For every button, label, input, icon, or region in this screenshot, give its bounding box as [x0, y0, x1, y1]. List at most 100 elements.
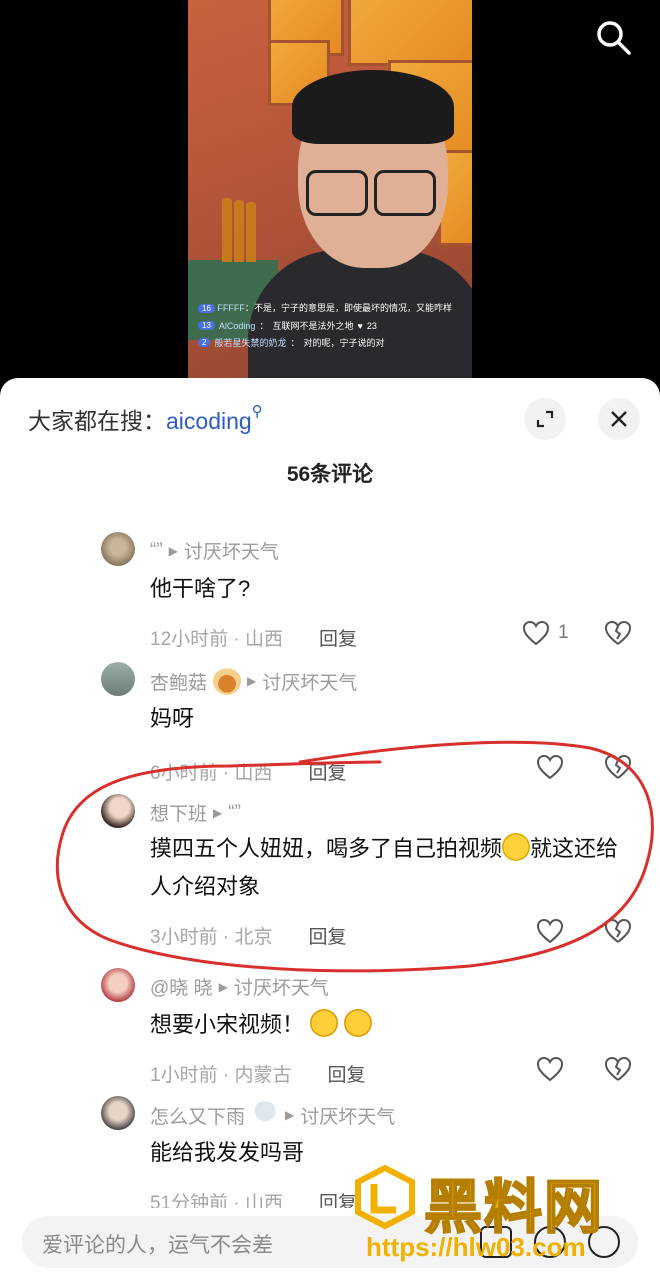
- comment-meta: 怎么又下雨 ▶ 讨厌坏天气: [150, 1101, 395, 1129]
- wall-panel: [348, 0, 472, 66]
- broken-heart-icon: [604, 754, 632, 779]
- search-suggestion[interactable]: 大家都在搜：aicoding⚲: [28, 402, 263, 436]
- dislike-button[interactable]: [604, 620, 632, 651]
- reply-to-user[interactable]: 讨厌坏天气: [184, 537, 279, 564]
- live-comment-feed: 16 FFFFF：不是，宁子的意思是，即使最坏的情况，又能咋样 13 AlCod…: [198, 302, 468, 353]
- dislike-button[interactable]: [604, 918, 632, 949]
- comment-time-location: 6小时前 · 山西: [150, 763, 273, 784]
- live-video-preview[interactable]: 16 FFFFF：不是，宁子的意思是，即使最坏的情况，又能咋样 13 AlCod…: [188, 0, 472, 380]
- crying-face-emoji-icon: [502, 833, 531, 861]
- like-button[interactable]: [536, 1056, 564, 1082]
- glasses: [374, 170, 436, 216]
- dislike-button[interactable]: [604, 754, 632, 785]
- comment-sheet: 大家都在搜：aicoding⚲ 56条评论 “” ▶ 讨厌坏天气 他干啥了? 1…: [0, 378, 660, 1280]
- search-suggestion-prefix: 大家都在搜：: [28, 408, 166, 434]
- watermark: 黑料网 https://hlw03.com: [352, 1160, 652, 1270]
- comment-meta: 杏鲍菇 ▶ 讨厌坏天气: [150, 667, 357, 695]
- comment-footer: 1小时前 · 内蒙古 回复: [150, 1060, 365, 1087]
- like-button[interactable]: 1: [522, 620, 569, 646]
- comment-text: 妈呀: [150, 706, 195, 731]
- sheet-header: 大家都在搜：aicoding⚲ 56条评论: [0, 378, 660, 496]
- comment-meta: @晓 晓 ▶ 讨厌坏天气: [150, 973, 329, 1000]
- bottle: [246, 202, 256, 262]
- comment-meta: “” ▶ 讨厌坏天气: [150, 537, 279, 564]
- reply-to-user[interactable]: 讨厌坏天气: [262, 668, 357, 695]
- heart-icon: [536, 754, 564, 780]
- comment-text-part: 摸四五个人妞妞，喝多了自己拍视频: [150, 836, 503, 861]
- heart-icon: ♥: [357, 320, 363, 331]
- heart-icon: [536, 1056, 564, 1082]
- person-hair: [292, 70, 454, 144]
- fan-badge: 16: [198, 304, 215, 313]
- reply-button[interactable]: 回复: [327, 1060, 365, 1087]
- search-suggestion-keyword[interactable]: aicoding: [166, 408, 252, 434]
- comment-footer: 51分钟前 · 山西 回复: [150, 1188, 357, 1208]
- reply-arrow-icon: ▶: [168, 543, 178, 558]
- bottle: [234, 200, 244, 262]
- like-count: 1: [558, 622, 569, 643]
- list-item: @晓 晓 ▶ 讨厌坏天气 想要小宋视频！ 1小时前 · 内蒙古 回复: [0, 968, 660, 1088]
- faded-previous-comment: [150, 496, 630, 510]
- close-button[interactable]: [598, 398, 640, 440]
- broken-heart-icon: [604, 918, 632, 943]
- comment-user[interactable]: 怎么又下雨: [150, 1102, 245, 1129]
- reply-arrow-icon: ▶: [218, 979, 228, 994]
- bottle: [222, 198, 232, 262]
- like-button[interactable]: [536, 754, 564, 780]
- broken-heart-icon: [604, 620, 632, 645]
- reply-arrow-icon: ▶: [247, 674, 257, 688]
- comment-text: 想要小宋视频！: [150, 1006, 620, 1044]
- comment-list[interactable]: “” ▶ 讨厌坏天气 他干啥了? 12小时前 · 山西 回复 1 杏鲍菇 ▶ 讨…: [0, 496, 660, 1208]
- avatar[interactable]: [101, 794, 135, 828]
- like-button[interactable]: [536, 918, 564, 944]
- heart-icon: [536, 918, 564, 944]
- comment-user[interactable]: 想下班: [150, 799, 207, 826]
- heart-eyes-emoji-icon: [344, 1009, 373, 1037]
- heart-eyes-emoji-icon: [310, 1009, 339, 1037]
- avatar[interactable]: [101, 662, 135, 696]
- avatar[interactable]: [101, 532, 135, 566]
- comment-footer: 3小时前 · 北京 回复: [150, 922, 346, 949]
- avatar[interactable]: [101, 968, 135, 1002]
- comment-meta: 想下班 ▶ “”: [150, 799, 241, 826]
- comment-user[interactable]: “”: [150, 540, 163, 562]
- reply-arrow-icon: ▶: [285, 1108, 295, 1122]
- search-small-icon: ⚲: [251, 403, 263, 420]
- comment-user[interactable]: 杏鲍菇: [150, 668, 207, 695]
- close-icon: [611, 411, 627, 427]
- expand-icon: [536, 410, 554, 428]
- live-comment-text: 不是，宁子的意思是，即使最坏的情况，又能咋样: [253, 303, 452, 313]
- heart-icon: [522, 620, 550, 646]
- reply-to-user[interactable]: 讨厌坏天气: [234, 973, 329, 1000]
- glasses: [306, 170, 368, 216]
- reply-to-user[interactable]: “”: [228, 802, 241, 824]
- watermark-logo-icon: [355, 1164, 415, 1230]
- rain-cloud-emoji-icon: [251, 1101, 280, 1129]
- dislike-button[interactable]: [604, 1056, 632, 1087]
- live-comment: 16 FFFFF：不是，宁子的意思是，即使最坏的情况，又能咋样: [198, 302, 468, 315]
- expand-button[interactable]: [524, 398, 566, 440]
- comment-user[interactable]: @晓 晓: [150, 973, 213, 1000]
- reply-to-user[interactable]: 讨厌坏天气: [300, 1102, 395, 1129]
- comment-time-location: 12小时前 · 山西: [150, 629, 284, 650]
- comment-time-location: 1小时前 · 内蒙古: [150, 1065, 292, 1086]
- comment-count: 56条评论: [286, 463, 374, 486]
- live-comment-user: FFFFF: [217, 303, 245, 313]
- reply-arrow-icon: ▶: [213, 805, 223, 820]
- reply-button[interactable]: 回复: [308, 922, 346, 949]
- comment-text-part: 想要小宋视频！: [150, 1012, 305, 1037]
- fan-badge: 2: [198, 338, 211, 347]
- live-comment-user: AlCoding: [218, 320, 256, 331]
- reply-button[interactable]: 回复: [308, 758, 346, 785]
- live-comment-text: 对的呢，宁子说的对: [303, 338, 385, 348]
- avatar[interactable]: [101, 1096, 135, 1130]
- comment-text: 他干啥了?: [150, 576, 251, 601]
- live-comment-user: 般若星失禁的奶龙: [214, 338, 287, 348]
- reply-button[interactable]: 回复: [319, 624, 357, 651]
- search-icon[interactable]: [594, 18, 634, 58]
- broken-heart-icon: [604, 1056, 632, 1081]
- comment-footer: 12小时前 · 山西 回复: [150, 624, 357, 651]
- fan-badge: 13: [198, 321, 215, 330]
- comment-text: 摸四五个人妞妞，喝多了自己拍视频 就这还给人介绍对象: [150, 830, 620, 906]
- live-comment: 2 般若星失禁的奶龙： 对的呢，宁子说的对: [198, 336, 468, 349]
